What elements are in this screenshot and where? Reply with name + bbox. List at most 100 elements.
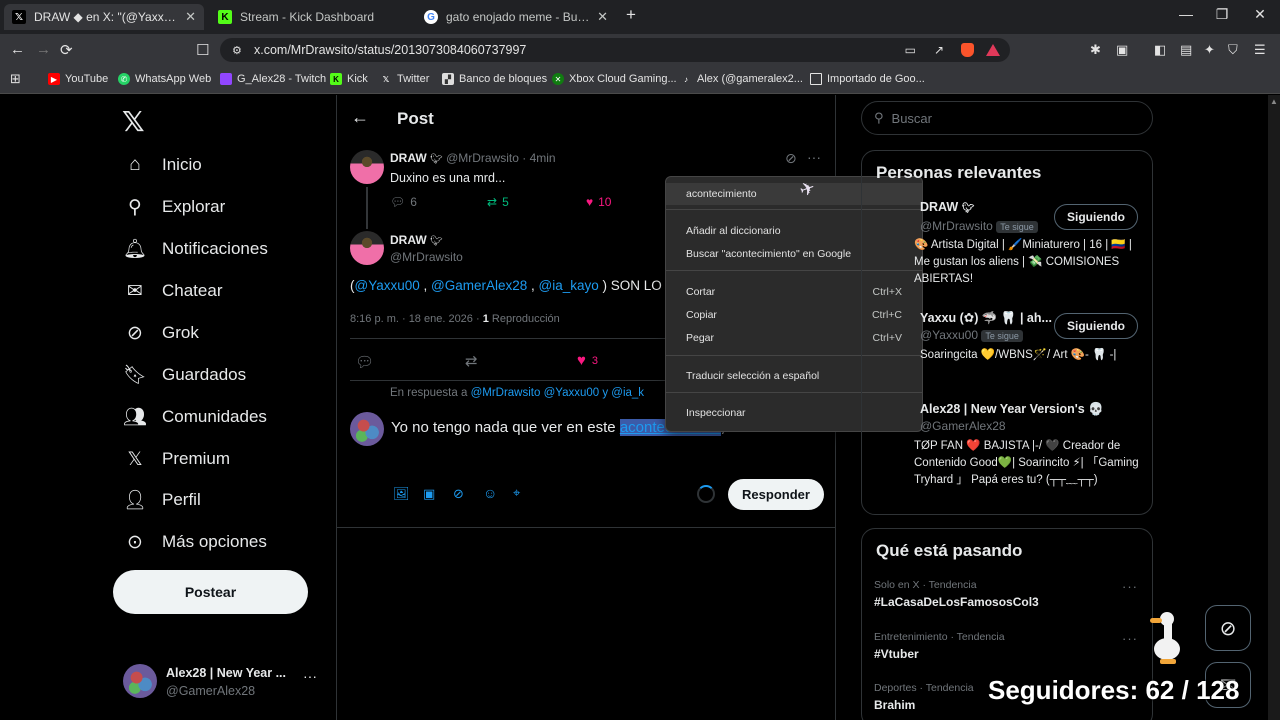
avatar[interactable] — [350, 150, 384, 184]
site-info-icon[interactable]: ⚙ — [232, 44, 242, 57]
sidebar-item-premium[interactable]: 𝕏 Premium — [122, 444, 230, 474]
sidebar-item-explorar[interactable]: ⚲ Explorar — [122, 192, 225, 222]
minimize-icon[interactable]: — — [1176, 6, 1196, 22]
close-window-icon[interactable]: ✕ — [1250, 6, 1270, 23]
divider — [337, 527, 835, 528]
sidebar-item-inicio[interactable]: ⌂ Inicio — [122, 150, 202, 180]
more-icon[interactable]: ··· — [1122, 579, 1138, 594]
kick-icon: K — [330, 73, 342, 85]
menu-item-label: Traducir selección a español — [686, 370, 820, 382]
following-button[interactable]: Siguiendo — [1054, 313, 1138, 339]
repost-action[interactable]: ⇄ 5 — [487, 195, 509, 209]
close-tab-icon[interactable]: ✕ — [597, 9, 608, 25]
sidebar-item-perfil[interactable]: 👤︎ Perfil — [122, 485, 201, 515]
person-name: DRAW 🐦︎ — [920, 200, 974, 214]
trend-item[interactable]: #LaCasaDeLosFamososCol3 — [874, 595, 1039, 609]
share-icon[interactable]: ↗ — [934, 43, 944, 57]
tab-search-icon[interactable]: ▣ — [1116, 42, 1128, 58]
x-home-logo-icon[interactable]: 𝕏 — [122, 105, 145, 138]
reply-button[interactable]: Responder — [728, 479, 824, 510]
tweet-timestamp[interactable]: 8:16 p. m. · 18 ene. 2026 · — [350, 313, 480, 325]
scroll-up-icon[interactable]: ▲ — [1270, 97, 1278, 106]
bookmark-folder-imported[interactable]: Importado de Goo... — [810, 73, 925, 85]
vpn-icon[interactable]: ⛉ — [1228, 42, 1238, 58]
search-input[interactable]: ⚲ Buscar — [861, 101, 1153, 135]
forward-icon[interactable]: → — [36, 41, 51, 58]
bookmark-tiktok[interactable]: ♪ Alex (@gameralex2... — [680, 73, 803, 85]
tweet-time[interactable]: · 4min — [522, 151, 555, 165]
reload-icon[interactable]: ⟳ — [60, 41, 73, 59]
apps-grid-icon[interactable]: ⊞ — [10, 71, 21, 87]
sidebar-item-chatear[interactable]: ✉ Chatear — [122, 276, 222, 306]
post-button[interactable]: Postear — [113, 570, 308, 614]
bookmark-xbox[interactable]: ✕ Xbox Cloud Gaming... — [552, 73, 677, 85]
location-icon[interactable]: ⌖ — [513, 485, 520, 501]
bookmark-blocks[interactable]: ▞ Banco de bloques — [442, 73, 547, 85]
trend-item[interactable]: Brahim — [874, 698, 915, 712]
wallet-icon[interactable]: ▤ — [1180, 42, 1192, 58]
trend-item[interactable]: #Vtuber — [874, 647, 919, 661]
x-logo-icon: 𝕏 — [382, 74, 390, 84]
bookmark-page-icon[interactable]: ☐ — [196, 41, 209, 59]
bookmark-twitch[interactable]: G_Alex28 - Twitch — [220, 73, 326, 85]
sidebar-item-grok[interactable]: ⊘ Grok — [122, 318, 199, 348]
tab-draw-post[interactable]: 𝕏 DRAW ◆ en X: "(@Yaxxu00 , @G ✕ — [4, 4, 204, 30]
mention-link[interactable]: @ia_kayo — [539, 278, 599, 293]
emoji-icon[interactable]: ☺ — [483, 485, 497, 501]
author-name[interactable]: DRAW — [390, 151, 427, 165]
gif-icon[interactable]: ▣ — [423, 486, 435, 502]
close-tab-icon[interactable]: ✕ — [185, 9, 196, 25]
repost-icon[interactable]: ⇄ — [465, 352, 478, 370]
reply-icon[interactable]: 💬︎ — [355, 353, 374, 371]
brave-rewards-icon[interactable] — [986, 44, 1000, 56]
sidebar-item-guardados[interactable]: 🔖︎ Guardados — [122, 360, 246, 390]
sidebar-item-notificaciones[interactable]: 🔔︎ Notificaciones — [122, 234, 268, 264]
address-bar[interactable]: ⚙ x.com/MrDrawsito/status/20130730840607… — [220, 38, 1010, 62]
sidebar-toggle-icon[interactable]: ◧ — [1154, 42, 1166, 58]
menu-item-label: Copiar — [686, 309, 717, 321]
scrollbar[interactable]: ▲ — [1268, 95, 1280, 720]
back-icon[interactable]: ← — [10, 41, 25, 58]
leo-ai-icon[interactable]: ✦ — [1204, 42, 1215, 58]
avatar — [350, 412, 384, 446]
bookmark-whatsapp[interactable]: ✆ WhatsApp Web — [118, 73, 211, 85]
sidebar-item-label: Grok — [162, 323, 199, 342]
author-handle[interactable]: @MrDrawsito — [390, 250, 463, 264]
grok-icon[interactable]: ⊘ — [785, 150, 797, 167]
new-tab-icon[interactable]: + — [621, 5, 641, 25]
whatsapp-icon: ✆ — [118, 73, 130, 85]
back-arrow-icon[interactable]: ← — [351, 107, 369, 128]
following-button[interactable]: Siguiendo — [1054, 204, 1138, 230]
bookmark-kick[interactable]: K Kick — [330, 73, 368, 85]
author-handle[interactable]: @MrDrawsito — [446, 151, 519, 165]
sidebar-item-mas-opciones[interactable]: ⊙ Más opciones — [122, 527, 267, 557]
tab-kick-dashboard[interactable]: K Stream - Kick Dashboard — [210, 4, 410, 30]
cast-icon[interactable]: ▭ — [905, 43, 916, 57]
bookmark-twitter[interactable]: 𝕏 Twitter — [380, 73, 430, 85]
account-switcher[interactable]: Alex28 | New Year ... @GamerAlex28 ··· — [120, 660, 325, 706]
tweet-meta: 8:16 p. m. · 18 ene. 2026 · 1 Reproducci… — [350, 313, 560, 325]
media-icon[interactable]: 🖼︎ — [393, 486, 410, 502]
avatar[interactable] — [350, 231, 384, 265]
mention-link[interactable]: @Yaxxu00 — [355, 278, 420, 293]
grok-floating-button[interactable]: ⊘ — [1205, 605, 1251, 651]
sidebar-item-label: Inicio — [162, 155, 202, 174]
tab-title: DRAW ◆ en X: "(@Yaxxu00 , @G — [34, 10, 180, 24]
sidebar-item-comunidades[interactable]: 👥︎ Comunidades — [122, 402, 267, 432]
more-icon[interactable]: ··· — [303, 668, 317, 684]
brave-shield-icon[interactable] — [961, 43, 974, 57]
reply-action[interactable]: 💬︎ 6 — [390, 195, 417, 209]
author-name[interactable]: DRAW 🐦︎ — [390, 233, 443, 247]
in-reply-mentions[interactable]: @MrDrawsito @Yaxxu00 y @ia_k — [471, 387, 645, 399]
tab-google-search[interactable]: G gato enojado meme - Buscar con Go ✕ — [416, 4, 616, 30]
more-icon[interactable]: ··· — [807, 149, 821, 165]
menu-icon[interactable]: ☰ — [1254, 42, 1266, 58]
mention-link[interactable]: @GamerAlex28 — [431, 278, 527, 293]
more-icon[interactable]: ··· — [1122, 631, 1138, 646]
grok-icon[interactable]: ⊘ — [453, 486, 464, 502]
like-action[interactable]: ♥ 3 — [577, 352, 598, 369]
like-action[interactable]: ♥ 10 — [586, 195, 611, 209]
bookmark-youtube[interactable]: ▶ YouTube — [48, 73, 108, 85]
maximize-icon[interactable]: ❐ — [1212, 6, 1232, 23]
extensions-icon[interactable]: ✱ — [1090, 42, 1101, 58]
